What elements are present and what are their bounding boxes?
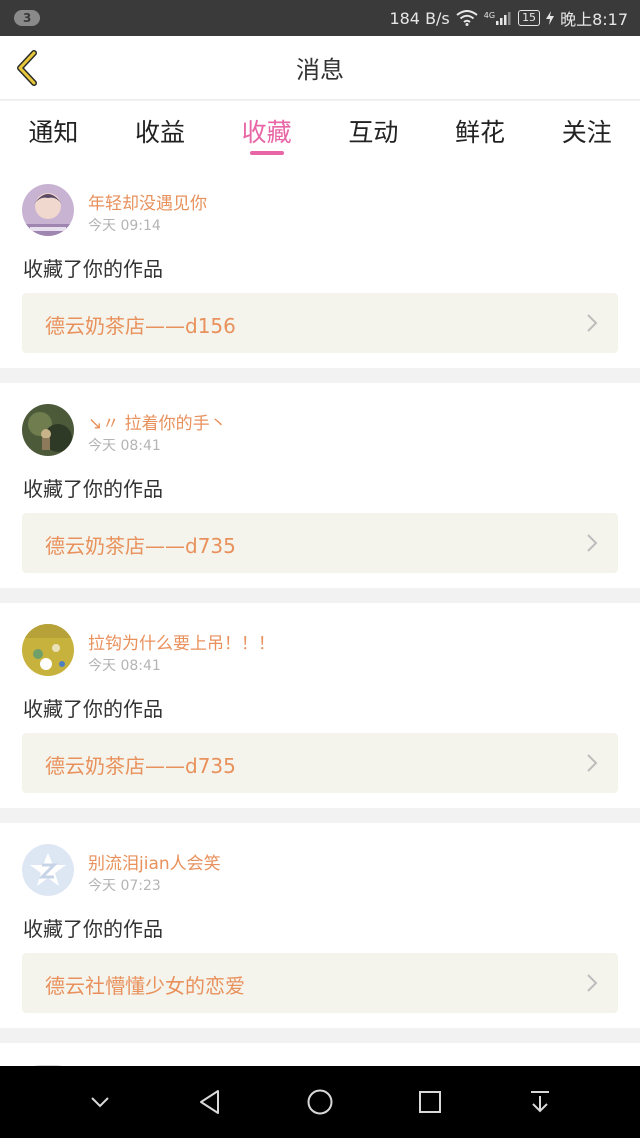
timestamp: 今天 09:14	[88, 218, 161, 234]
network-speed: 184 B/s	[389, 8, 450, 28]
message-list: 年轻却没遇见你 今天 09:14 收藏了你的作品 德云奶茶店——d156 ↘〃 …	[0, 163, 640, 1083]
chevron-right-icon	[587, 754, 598, 772]
work-link[interactable]: 德云社懵懂少女的恋爱	[22, 953, 618, 1013]
work-link[interactable]: 德云奶茶店——d735	[22, 513, 618, 573]
tab-follows[interactable]: 关注	[533, 101, 640, 163]
tab-notifications[interactable]: 通知	[0, 101, 107, 163]
message-card: 别流泪jian人会笑 今天 07:23 收藏了你的作品 德云社懵懂少女的恋爱	[0, 823, 640, 1028]
system-nav-bar	[0, 1066, 640, 1138]
timestamp: 今天 07:23	[88, 878, 161, 894]
chevron-right-icon	[587, 314, 598, 332]
tab-interactions[interactable]: 互动	[320, 101, 427, 163]
collapse-icon[interactable]	[75, 1077, 125, 1127]
status-bar: 3 184 B/s 4G 15 晚上8:17	[0, 0, 640, 36]
username[interactable]: 拉钩为什么要上吊！！！	[88, 629, 275, 654]
action-text: 收藏了你的作品	[23, 917, 163, 941]
username[interactable]: 年轻却没遇见你	[88, 189, 207, 214]
back-button[interactable]	[12, 50, 44, 86]
message-card: 年轻却没遇见你 今天 09:14 收藏了你的作品 德云奶茶店——d156	[0, 163, 640, 368]
page-header: 消息	[0, 36, 640, 100]
charging-icon	[546, 11, 555, 25]
timestamp: 今天 08:41	[88, 438, 161, 454]
avatar[interactable]	[22, 404, 74, 456]
notification-pull-icon[interactable]	[515, 1077, 565, 1127]
default-avatar-icon[interactable]	[22, 844, 74, 896]
work-link[interactable]: 德云奶茶店——d156	[22, 293, 618, 353]
chevron-right-icon	[587, 534, 598, 552]
message-card: ↘〃 拉着你的手丶 今天 08:41 收藏了你的作品 德云奶茶店——d735	[0, 383, 640, 588]
notification-count-badge: 3	[14, 10, 41, 26]
timestamp: 今天 08:41	[88, 658, 161, 674]
status-right: 184 B/s 4G 15 晚上8:17	[389, 6, 628, 30]
chevron-right-icon	[587, 974, 598, 992]
work-link[interactable]: 德云奶茶店——d735	[22, 733, 618, 793]
work-title: 德云奶茶店——d156	[45, 314, 236, 338]
tab-bar: 通知 收益 收藏 互动 鲜花 关注	[0, 101, 640, 163]
home-circle-icon[interactable]	[295, 1077, 345, 1127]
tab-favorites[interactable]: 收藏	[213, 101, 320, 163]
avatar[interactable]	[22, 184, 74, 236]
action-text: 收藏了你的作品	[23, 697, 163, 721]
battery-level: 15	[522, 11, 537, 24]
message-card: 拉钩为什么要上吊！！！ 今天 08:41 收藏了你的作品 德云奶茶店——d735	[0, 603, 640, 808]
avatar[interactable]	[22, 624, 74, 676]
back-chevron-icon	[17, 50, 37, 86]
page-title: 消息	[296, 56, 344, 84]
cellular-signal-icon: 4G	[484, 11, 512, 25]
recents-square-icon[interactable]	[405, 1077, 455, 1127]
clock-time: 晚上8:17	[560, 10, 628, 29]
battery-icon: 15	[518, 10, 541, 26]
action-text: 收藏了你的作品	[23, 477, 163, 501]
wifi-icon	[456, 10, 478, 26]
username[interactable]: ↘〃 拉着你的手丶	[88, 409, 227, 434]
username[interactable]: 别流泪jian人会笑	[88, 849, 221, 874]
tab-earnings[interactable]: 收益	[107, 101, 214, 163]
action-text: 收藏了你的作品	[23, 257, 163, 281]
work-title: 德云奶茶店——d735	[45, 534, 236, 558]
work-title: 德云奶茶店——d735	[45, 754, 236, 778]
network-type: 4G	[483, 11, 496, 20]
work-title: 德云社懵懂少女的恋爱	[45, 974, 245, 998]
tab-flowers[interactable]: 鲜花	[427, 101, 534, 163]
back-triangle-icon[interactable]	[185, 1077, 235, 1127]
